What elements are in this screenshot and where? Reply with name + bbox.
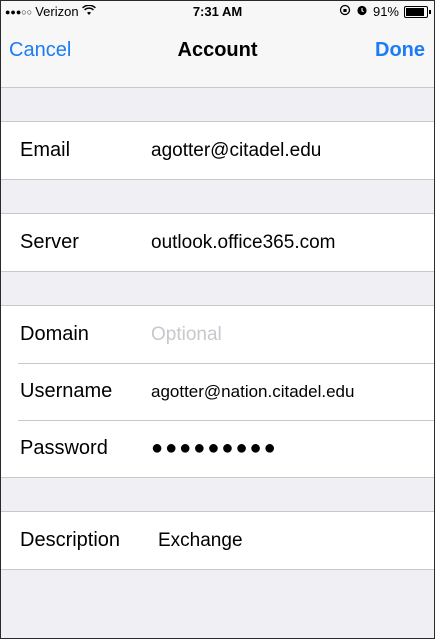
description-label: Description: [20, 529, 121, 551]
alarm-icon: [356, 1, 368, 23]
battery-percent: 91%: [372, 4, 399, 19]
status-right: 91%: [339, 1, 431, 23]
password-label: Password: [20, 437, 108, 459]
email-label: Email: [20, 139, 71, 161]
domain-row[interactable]: Domain Optional: [1, 306, 434, 363]
status-bar: ●●●○○ Verizon 7:31 AM 91%: [1, 1, 434, 23]
done-button[interactable]: Done: [375, 39, 425, 62]
email-row[interactable]: Email agotter@citadel.edu: [1, 122, 434, 179]
email-field[interactable]: agotter@citadel.edu: [151, 140, 321, 162]
spacer: [1, 570, 434, 603]
username-field[interactable]: agotter@nation.citadel.edu: [151, 382, 354, 402]
description-section: Description Exchange: [1, 511, 434, 570]
email-section: Email agotter@citadel.edu: [1, 121, 434, 180]
server-label: Server: [20, 231, 79, 253]
server-row[interactable]: Server outlook.office365.com: [1, 214, 434, 271]
domain-field[interactable]: Optional: [151, 324, 222, 346]
rotation-lock-icon: [339, 1, 351, 23]
password-field[interactable]: ●●●●●●●●●: [151, 437, 278, 460]
server-field[interactable]: outlook.office365.com: [151, 232, 336, 254]
spacer: [1, 180, 434, 213]
password-row[interactable]: Password ●●●●●●●●●: [1, 420, 434, 477]
spacer: [1, 272, 434, 305]
domain-label: Domain: [20, 323, 89, 345]
phone-screen: ●●●○○ Verizon 7:31 AM 91% Cancel Account…: [0, 0, 435, 639]
spacer: [1, 88, 434, 121]
credentials-section: Domain Optional Username agotter@nation.…: [1, 305, 434, 478]
spacer: [1, 478, 434, 511]
server-section: Server outlook.office365.com: [1, 213, 434, 272]
username-label: Username: [20, 380, 113, 402]
description-row[interactable]: Description Exchange: [1, 512, 434, 569]
username-row[interactable]: Username agotter@nation.citadel.edu: [1, 363, 434, 420]
description-field[interactable]: Exchange: [158, 530, 243, 552]
navigation-bar: Cancel Account Done: [1, 23, 434, 88]
battery-icon: [404, 6, 431, 18]
page-title: Account: [177, 39, 258, 61]
